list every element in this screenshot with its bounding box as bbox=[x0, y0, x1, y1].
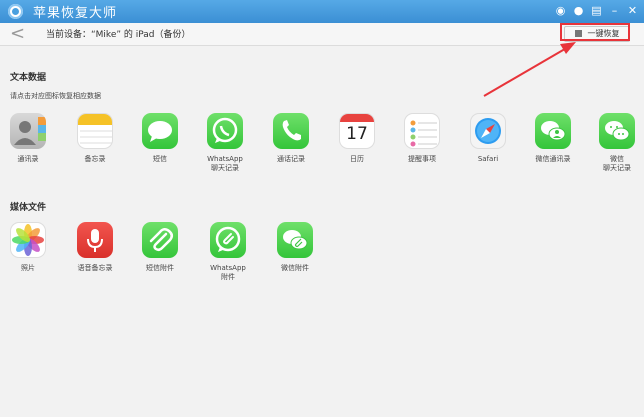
contacts-icon bbox=[10, 113, 46, 149]
calendar-icon: 17 bbox=[339, 113, 375, 149]
app-item-whatsapp-attachment[interactable]: WhatsApp 附件 bbox=[198, 222, 258, 282]
back-button[interactable]: < bbox=[10, 25, 26, 43]
wechat-chat-icon bbox=[599, 113, 635, 149]
title-bar: 苹果恢复大师 ◉ ● ▤ – ✕ bbox=[0, 0, 644, 24]
app-item-wechat-chat[interactable]: 微信 聊天记录 bbox=[587, 113, 644, 173]
app-label: 通话记录 bbox=[277, 155, 305, 163]
app-label: WhatsApp 聊天记录 bbox=[207, 155, 243, 172]
whatsapp-attachment-icon bbox=[210, 222, 246, 258]
messages-icon bbox=[142, 113, 178, 149]
app-item-notes[interactable]: 备忘录 bbox=[65, 113, 125, 164]
safari-icon bbox=[470, 113, 506, 149]
app-label: 照片 bbox=[21, 264, 35, 272]
app-item-safari[interactable]: Safari bbox=[458, 113, 518, 164]
app-item-photos[interactable]: 照片 bbox=[0, 222, 58, 273]
voice-memo-icon bbox=[77, 222, 113, 258]
toolbar: < 当前设备：“Mike” 的 iPad（备份） 一键恢复 bbox=[0, 23, 644, 46]
app-item-wechat-attachment[interactable]: 微信附件 bbox=[265, 222, 325, 273]
app-item-messages[interactable]: 短信 bbox=[130, 113, 190, 164]
message-attachment-icon bbox=[142, 222, 178, 258]
chat-icon[interactable]: ● bbox=[571, 3, 586, 18]
app-item-wechat-contacts[interactable]: 微信通讯录 bbox=[523, 113, 583, 164]
app-label: Safari bbox=[477, 155, 499, 163]
wechat-contacts-icon bbox=[535, 113, 571, 149]
text-data-hint: 请点击对应图标恢复相应数据 bbox=[10, 92, 101, 100]
whatsapp-icon bbox=[207, 113, 243, 149]
app-item-whatsapp[interactable]: WhatsApp 聊天记录 bbox=[195, 113, 255, 173]
app-logo-icon bbox=[8, 4, 23, 19]
app-label: 通讯录 bbox=[17, 155, 39, 163]
highlight-box bbox=[560, 23, 630, 41]
app-item-reminders[interactable]: 提醒事项 bbox=[392, 113, 452, 164]
photos-icon bbox=[10, 222, 46, 258]
window-controls: ◉ ● ▤ – ✕ bbox=[553, 3, 640, 18]
app-label: 短信附件 bbox=[146, 264, 174, 272]
reminders-icon bbox=[404, 113, 440, 149]
app-label: 微信附件 bbox=[281, 264, 309, 272]
minimize-icon[interactable]: – bbox=[607, 3, 622, 18]
app-item-voice-memo[interactable]: 语音备忘录 bbox=[65, 222, 125, 273]
app-item-calendar[interactable]: 17 日历 bbox=[327, 113, 387, 164]
calendar-day: 17 bbox=[346, 124, 368, 144]
annotation-arrow bbox=[483, 42, 576, 97]
app-item-message-attachment[interactable]: 短信附件 bbox=[130, 222, 190, 273]
weibo-icon[interactable]: ◉ bbox=[553, 3, 568, 18]
app-label: 备忘录 bbox=[84, 155, 106, 163]
device-label: 当前设备：“Mike” 的 iPad（备份） bbox=[46, 30, 191, 40]
app-label: 提醒事项 bbox=[408, 155, 436, 163]
app-label: 短信 bbox=[153, 155, 167, 163]
media-section-title: 媒体文件 bbox=[10, 203, 47, 213]
app-title: 苹果恢复大师 bbox=[33, 6, 118, 21]
close-icon[interactable]: ✕ bbox=[625, 3, 640, 18]
app-item-contacts[interactable]: 通讯录 bbox=[0, 113, 58, 164]
app-label: WhatsApp 附件 bbox=[210, 264, 246, 281]
app-label: 语音备忘录 bbox=[77, 264, 113, 272]
wechat-attachment-icon bbox=[277, 222, 313, 258]
menu-icon[interactable]: ▤ bbox=[589, 3, 604, 18]
text-data-section-title: 文本数据 bbox=[10, 73, 47, 83]
app-label: 日历 bbox=[350, 155, 364, 163]
app-label: 微信 聊天记录 bbox=[603, 155, 631, 172]
app-item-phone[interactable]: 通话记录 bbox=[261, 113, 321, 164]
notes-icon bbox=[77, 113, 113, 149]
phone-icon bbox=[273, 113, 309, 149]
app-label: 微信通讯录 bbox=[535, 155, 571, 163]
